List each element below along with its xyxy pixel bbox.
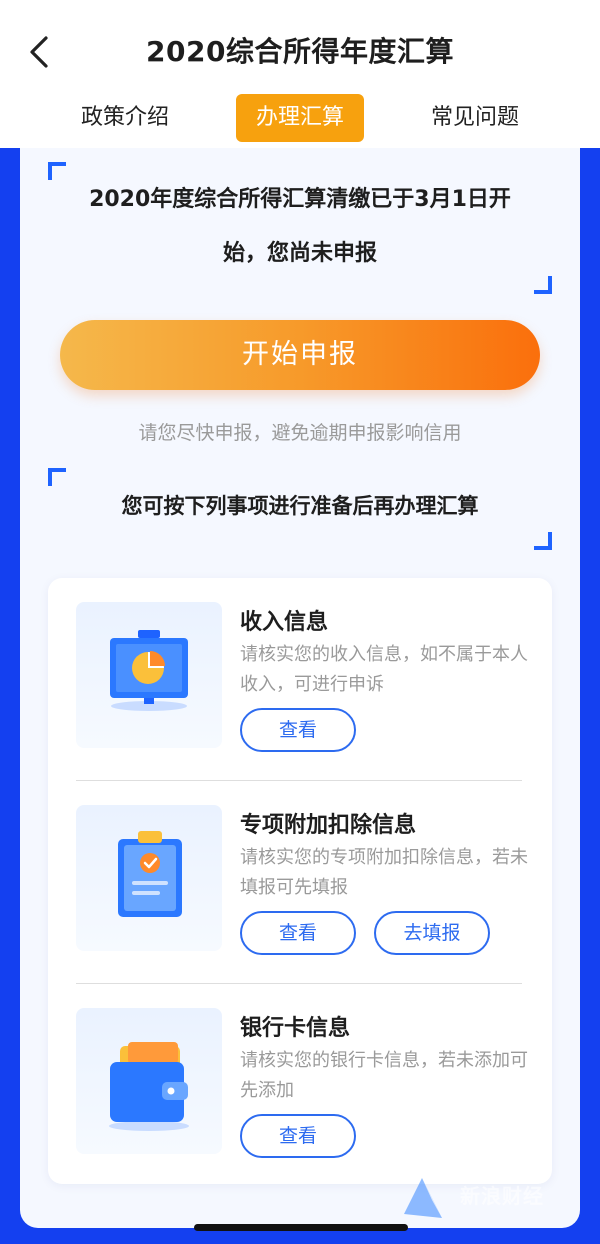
item-title: 专项附加扣除信息 (240, 813, 417, 838)
income-thumb (76, 602, 222, 748)
list-item-special-deduction: 专项附加扣除信息 请核实您的专项附加扣除信息，若未填报可先填报 查看 去填报 (48, 781, 552, 984)
tab-policy-intro[interactable]: 政策介绍 (60, 94, 190, 142)
notice-line-2: 始，您尚未申报 (222, 241, 377, 266)
prep-card: 收入信息 请核实您的收入信息，如不属于本人收入，可进行申诉 查看 专项附加扣除信… (48, 578, 552, 1184)
list-item-bank-card: 银行卡信息 请核实您的银行卡信息，若未添加可先添加 查看 (48, 984, 552, 1187)
fill-deduction-button[interactable]: 去填报 (374, 911, 490, 955)
corner-bracket-icon (534, 532, 552, 550)
tab-handle-settlement[interactable]: 办理汇算 (236, 94, 364, 142)
item-title: 银行卡信息 (240, 1016, 351, 1041)
corner-bracket-icon (534, 276, 552, 294)
content-panel: 2020年度综合所得汇算清缴已于3月1日开 始，您尚未申报 开始申报 请您尽快申… (20, 148, 580, 1228)
hint-text: 请您尽快申报，避免逾期申报影响信用 (138, 422, 462, 444)
bank-thumb (76, 1008, 222, 1154)
deduction-thumb (76, 805, 222, 951)
main-frame: 2020年度综合所得汇算清缴已于3月1日开 始，您尚未申报 开始申报 请您尽快申… (0, 148, 600, 1244)
tab-bar: 政策介绍 办理汇算 常见问题 (0, 94, 600, 146)
wallet-icon (109, 1042, 189, 1131)
item-title: 收入信息 (240, 610, 329, 635)
notice-line-1: 2020年度综合所得汇算清缴已于3月1日开 (89, 187, 511, 212)
item-desc: 请核实您的收入信息，如不属于本人收入，可进行申诉 (240, 644, 528, 695)
item-desc: 请核实您的银行卡信息，若未添加可先添加 (240, 1050, 528, 1101)
start-declaration-button[interactable]: 开始申报 (60, 320, 540, 390)
prep-title: 您可按下列事项进行准备后再办理汇算 (121, 494, 479, 518)
app-header: 2020综合所得年度汇算 (0, 0, 600, 100)
watermark-text: 新浪财经 (460, 1184, 544, 1208)
presentation-chart-icon (110, 630, 188, 711)
corner-bracket-icon (48, 468, 66, 486)
view-income-button[interactable]: 查看 (240, 708, 356, 752)
clipboard-check-icon (118, 831, 182, 917)
item-desc: 请核实您的专项附加扣除信息，若未填报可先填报 (240, 847, 528, 898)
view-deduction-button[interactable]: 查看 (240, 911, 356, 955)
list-item-income: 收入信息 请核实您的收入信息，如不属于本人收入，可进行申诉 查看 (48, 578, 552, 781)
tab-faq[interactable]: 常见问题 (410, 94, 540, 142)
home-indicator[interactable] (194, 1224, 408, 1231)
page-title: 2020综合所得年度汇算 (146, 35, 454, 68)
view-bank-card-button[interactable]: 查看 (240, 1114, 356, 1158)
